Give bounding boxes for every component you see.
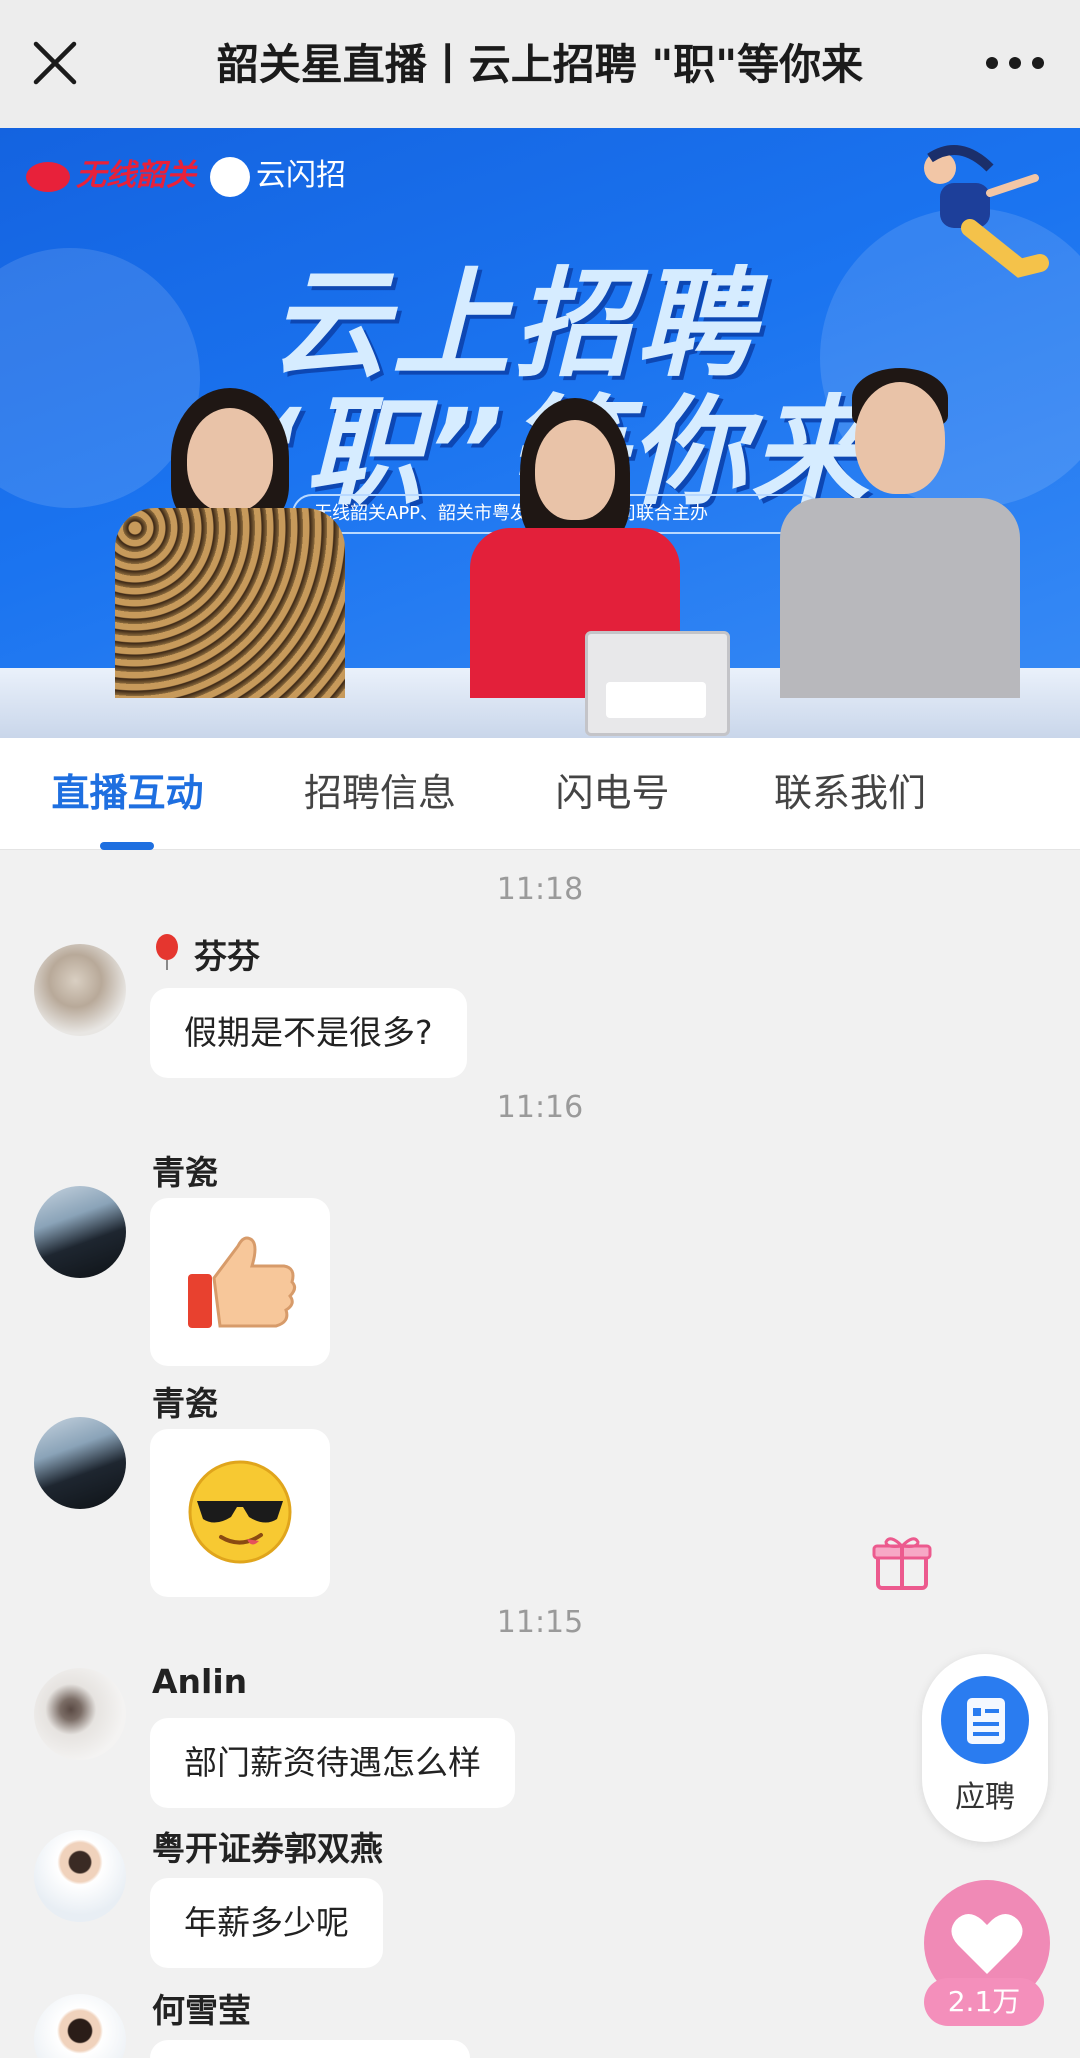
message-timestamp: 11:18 xyxy=(496,872,584,907)
thumbs-up-icon xyxy=(188,1236,297,1328)
live-video-player[interactable]: 无线韶关 云闪招 云上招聘 “职”等你来 无线韶关APP、韶关市粤发……有限公司… xyxy=(0,128,1080,738)
chat-bubble: 部门薪资待遇怎么样 xyxy=(150,1718,515,1808)
flying-figure-illustration xyxy=(924,145,1049,278)
presenter-left xyxy=(115,388,345,698)
apply-job-label: 应聘 xyxy=(955,1780,1015,1815)
chat-feed[interactable]: 11:18 芬芬 假期是不是很多? 11:16 青瓷 青瓷 11:15 Anli… xyxy=(0,850,1080,2058)
tab-bar: 直播互动 招聘信息 闪电号 联系我们 xyxy=(0,738,1080,850)
brand-logo-yunshanzhao: 云闪招 xyxy=(210,150,346,197)
chat-bubble: 假期是不是很多? xyxy=(150,988,467,1078)
like-count: 2.1万 xyxy=(924,1978,1044,2026)
chat-username: 粤开证券郭双燕 xyxy=(152,1829,383,1868)
tab-lightning[interactable]: 闪电号 xyxy=(545,738,680,850)
chat-username: 青瓷 xyxy=(152,1384,218,1423)
apply-job-button[interactable]: 应聘 xyxy=(922,1654,1048,1842)
sunglasses-face-icon xyxy=(188,1460,292,1564)
laptop xyxy=(585,631,730,736)
page-title: 韶关星直播丨云上招聘 "职"等你来 xyxy=(216,40,864,89)
presenter-right xyxy=(780,368,1020,698)
avatar[interactable] xyxy=(34,944,126,1036)
chat-username: Anlin xyxy=(152,1662,248,1701)
top-nav-bar: 韶关星直播丨云上招聘 "职"等你来 xyxy=(0,0,1080,128)
brand-logo-wireless-shaoguan: 无线韶关 xyxy=(26,150,196,194)
chat-username: 青瓷 xyxy=(152,1153,218,1192)
chat-bubble-emoji xyxy=(150,1429,330,1597)
resume-icon xyxy=(941,1676,1029,1764)
active-tab-indicator xyxy=(100,842,154,850)
tab-live-interaction[interactable]: 直播互动 xyxy=(40,738,215,850)
chat-bubble-emoji xyxy=(150,1198,330,1366)
avatar[interactable] xyxy=(34,1830,126,1922)
tab-contact-us[interactable]: 联系我们 xyxy=(760,738,940,850)
message-timestamp: 11:16 xyxy=(496,1090,584,1125)
avatar[interactable] xyxy=(34,1186,126,1278)
chat-bubble: 年薪多少呢 xyxy=(150,1878,383,1968)
tab-job-info[interactable]: 招聘信息 xyxy=(290,738,470,850)
chat-username: 何雪莹 xyxy=(152,1991,251,2030)
gift-icon[interactable] xyxy=(872,1534,932,1590)
avatar[interactable] xyxy=(34,1417,126,1509)
avatar[interactable] xyxy=(34,1994,126,2058)
chat-bubble xyxy=(150,2040,470,2058)
more-icon[interactable] xyxy=(980,38,1050,88)
avatar[interactable] xyxy=(34,1668,126,1760)
chat-username: 芬芬 xyxy=(194,937,260,976)
message-timestamp: 11:15 xyxy=(496,1605,584,1640)
balloon-icon xyxy=(156,934,178,970)
close-icon[interactable] xyxy=(30,38,80,88)
